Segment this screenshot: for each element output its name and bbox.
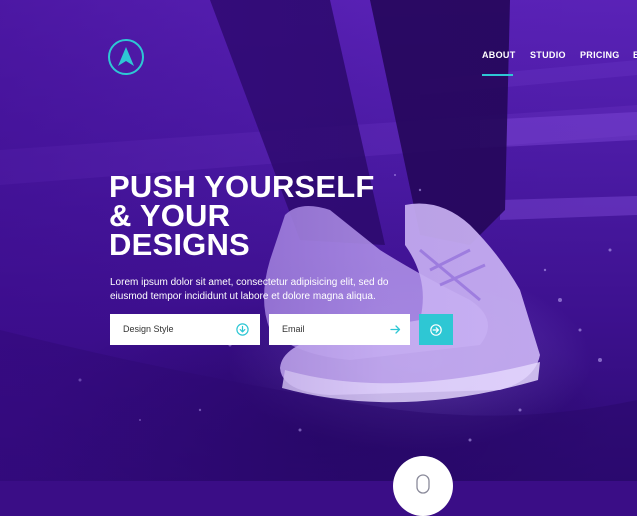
chevron-down-circle-icon <box>236 323 249 336</box>
headline-line-3: DESIGNS <box>109 227 250 262</box>
design-style-select[interactable]: Design Style <box>110 314 260 345</box>
nav-item-pricing[interactable]: PRICING <box>580 50 620 60</box>
design-style-label: Design Style <box>123 324 174 334</box>
nav-item-studio[interactable]: STUDIO <box>530 50 566 60</box>
headline-line-1: PUSH YOURSELF <box>109 169 375 204</box>
arrow-right-circle-icon <box>430 324 442 336</box>
mouse-icon <box>416 474 430 494</box>
scroll-down-button[interactable] <box>393 456 453 516</box>
hero-headline: PUSH YOURSELF & YOUR DESIGNS <box>109 169 375 262</box>
email-field[interactable] <box>282 322 382 336</box>
headline-line-2: & YOUR <box>109 198 231 233</box>
hero-subtext: Lorem ipsum dolor sit amet, consectetur … <box>110 277 389 302</box>
nav-active-indicator <box>482 74 513 76</box>
arrow-right-icon <box>390 325 401 334</box>
submit-button[interactable] <box>419 314 453 345</box>
logo[interactable] <box>108 39 144 75</box>
nav-item-about[interactable]: ABOUT <box>482 50 516 60</box>
nav-item-b[interactable]: B <box>633 50 637 60</box>
email-field-wrapper <box>269 314 410 345</box>
arrow-up-logo-icon <box>118 47 134 66</box>
